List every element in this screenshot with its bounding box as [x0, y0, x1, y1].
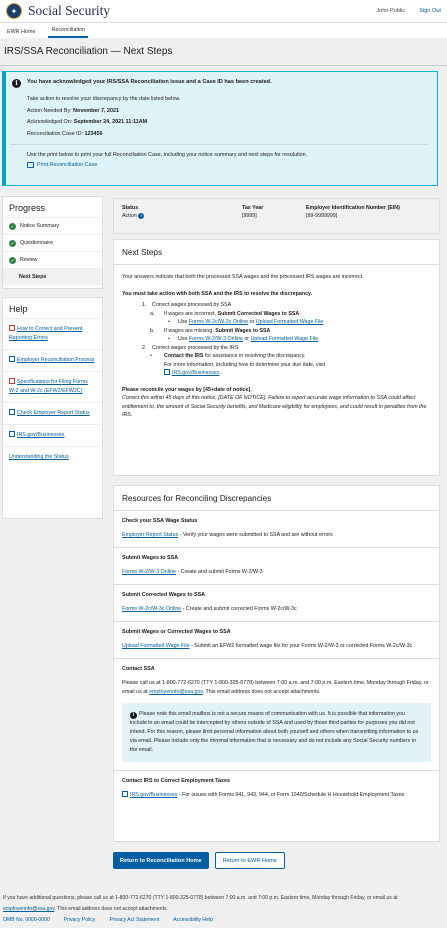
case-info-bar: Status Action ? Tax Year [9999] Employer…	[113, 198, 440, 234]
external-link-icon	[9, 431, 15, 437]
progress-notice-summary[interactable]: ✓ Notice Summary	[3, 217, 102, 234]
ssa-seal-icon: ✦	[6, 3, 22, 19]
check-icon: ✓	[9, 256, 16, 264]
step-1a-options: Use Forms W-2c/W-3c Online or Upload For…	[178, 319, 324, 325]
step-1: Correct wages processed by SSA	[152, 302, 232, 308]
footer-contact: If you have additional questions, please…	[3, 895, 398, 912]
nav-ewr-home[interactable]: EWR Home	[4, 29, 38, 38]
next-steps-title: Next Steps	[114, 240, 439, 265]
resources-title: Resources for Reconciling Discrepancies	[114, 486, 439, 511]
page-title-bar: IRS/SSA Reconciliation — Next Steps	[0, 38, 447, 66]
print-instruction: Use the print below to print your full R…	[27, 152, 308, 158]
progress-next-steps: Next Steps	[3, 268, 102, 285]
help-title: Help	[9, 304, 28, 314]
omb-number: OMB No. 0000-0000	[3, 917, 50, 923]
accessibility-help-link[interactable]: Accessibility Help	[173, 915, 213, 926]
help-panel: Help How to Correct and Prevent Reportin…	[2, 297, 103, 519]
next-steps-intro: Your answers indicate that both the proc…	[122, 274, 364, 280]
ein-column: Employer Identification Number (EIN) [99…	[306, 205, 400, 219]
sign-out-link[interactable]: Sign Out	[419, 8, 441, 14]
step-1b: If wages are missing, Submit Wages to SS…	[164, 327, 271, 334]
external-link-icon	[9, 356, 15, 362]
status-column: Status Action ?	[122, 205, 145, 219]
site-header: ✦ Social Security John Public Sign Out	[0, 0, 447, 22]
step-1a: If wages are incorrect, Submit Corrected…	[164, 310, 300, 317]
page-title: IRS/SSA Reconciliation — Next Steps	[4, 46, 173, 57]
pdf-icon	[9, 325, 15, 331]
acknowledged-row: Acknowledged On: September 24, 2021 11:1…	[27, 119, 148, 125]
check-icon: ✓	[9, 222, 16, 230]
email-security-notice: i Please note this email mailbox is not a…	[122, 703, 431, 762]
external-link-icon	[164, 369, 170, 375]
resource-contact-irs: Contact IRS to Correct Employment Taxes …	[114, 770, 439, 807]
penalty-warning: Correct this within 45 days of this noti…	[122, 395, 427, 418]
resource-check-status: Check your SSA Wage Status Employer Repo…	[114, 511, 439, 548]
progress-title: Progress	[9, 203, 46, 213]
user-name: John Public	[376, 8, 406, 14]
external-link-icon	[122, 791, 128, 797]
reconcile-deadline: Please reconcile your wages by [45+date …	[122, 386, 252, 393]
alert-divider	[10, 144, 429, 145]
upload-wage-file-link-2[interactable]: Upload Formatted Wage File	[251, 336, 319, 342]
alert-message: You have acknowledged your IRS/SSA Recon…	[27, 79, 272, 85]
progress-review[interactable]: ✓ Review	[3, 251, 102, 268]
alert-instruction: Take action to resolve your discrepancy …	[27, 96, 181, 102]
resource-submit-corrected: Submit Corrected Wages to SSA Forms W-2c…	[114, 585, 439, 622]
privacy-act-link[interactable]: Privacy Act Statement	[109, 915, 159, 926]
next-steps-panel: Next Steps Your answers indicate that bo…	[113, 239, 440, 476]
return-reconciliation-home-button[interactable]: Return to Reconciliation Home	[113, 852, 209, 869]
resource-contact-ssa: Contact SSA Please call us at 1-800-772-…	[122, 666, 429, 695]
help-link-correct-errors[interactable]: How to Correct and Prevent Reporting Err…	[3, 318, 102, 349]
must-take-action: You must take action with both SSA and t…	[122, 290, 313, 297]
status-value: Action	[122, 213, 137, 219]
info-icon: i	[130, 712, 137, 719]
irs-businesses-link[interactable]: IRS.gov/Businesses	[172, 370, 219, 376]
employer-email-link[interactable]: employerinfo@ssa.gov	[149, 689, 203, 695]
printer-icon	[27, 161, 34, 168]
footer-email-link[interactable]: employerinfo@ssa.gov	[3, 906, 55, 912]
brand-name: Social Security	[28, 3, 111, 18]
step-1b-options: Use Forms W-2/W-3 Online or Upload Forma…	[178, 336, 319, 342]
step-2: Correct wages processed by the IRS	[152, 344, 239, 351]
help-link-irs-businesses[interactable]: IRS.gov/Businesses	[3, 424, 102, 446]
return-ewr-home-button[interactable]: Return to EWR Home	[214, 852, 285, 869]
help-question-icon[interactable]: ?	[138, 213, 145, 219]
upload-wage-file-link[interactable]: Upload Formatted Wage File	[256, 319, 324, 325]
upload-formatted-wage-file-link[interactable]: Upload Formatted Wage File	[122, 643, 190, 649]
page-footer: If you have additional questions, please…	[3, 893, 443, 926]
help-link-report-status[interactable]: Check Employer Report Status	[3, 402, 102, 424]
resources-panel: Resources for Reconciling Discrepancies …	[113, 485, 440, 842]
check-icon: ✓	[9, 239, 16, 247]
external-link-icon	[9, 409, 15, 415]
progress-questionnaire[interactable]: ✓ Questionnaire	[3, 234, 102, 251]
pdf-icon	[9, 378, 15, 384]
employer-report-status-link[interactable]: Employer Report Status	[122, 532, 178, 538]
privacy-policy-link[interactable]: Privacy Policy	[64, 915, 96, 926]
forms-w2c-online-link[interactable]: Forms W-2c/W-3c Online	[189, 319, 248, 325]
action-buttons: Return to Reconciliation Home Return to …	[113, 852, 285, 869]
info-icon: i	[12, 79, 21, 88]
nav-reconciliation[interactable]: Reconciliation	[48, 27, 89, 38]
action-needed-row: Action Needed By: November 7, 2021	[27, 107, 120, 114]
progress-panel: Progress ✓ Notice Summary ✓ Questionnaire …	[2, 196, 103, 289]
tax-year-column: Tax Year [9999]	[242, 205, 264, 219]
case-id-row: Reconciliation Case ID: 123456	[27, 130, 103, 137]
forms-w2-w3-online-link[interactable]: Forms W-2/W-3 Online	[122, 569, 176, 575]
help-link-reconciliation-process[interactable]: Employer Reconciliation Process	[3, 349, 102, 371]
resource-submit-wages: Submit Wages to SSA Forms W-2/W-3 Online…	[114, 548, 439, 585]
help-link-specifications[interactable]: Specifications for Filing Forms W-2 and …	[3, 371, 102, 402]
irs-gov-businesses-link[interactable]: IRS.gov/Businesses	[130, 792, 177, 798]
forms-w2-online-link[interactable]: Forms W-2/W-3 Online	[189, 336, 243, 342]
help-link-understanding-status[interactable]: Understanding the Status	[3, 446, 102, 468]
confirmation-alert: i You have acknowledged your IRS/SSA Rec…	[2, 71, 438, 186]
forms-w2c-w3c-online-link[interactable]: Forms W-2c/W-3c Online	[122, 606, 181, 612]
step-2-contact: Contact the IRS for assistance in resolv…	[164, 353, 306, 359]
resource-upload-file: Submit Wages or Corrected Wages to SSA U…	[114, 622, 439, 659]
print-case-link[interactable]: Print Reconciliation Case	[27, 161, 429, 168]
main-nav: EWR Home Reconciliation	[0, 22, 447, 38]
step-2-more: For more information, including how to d…	[164, 361, 326, 368]
